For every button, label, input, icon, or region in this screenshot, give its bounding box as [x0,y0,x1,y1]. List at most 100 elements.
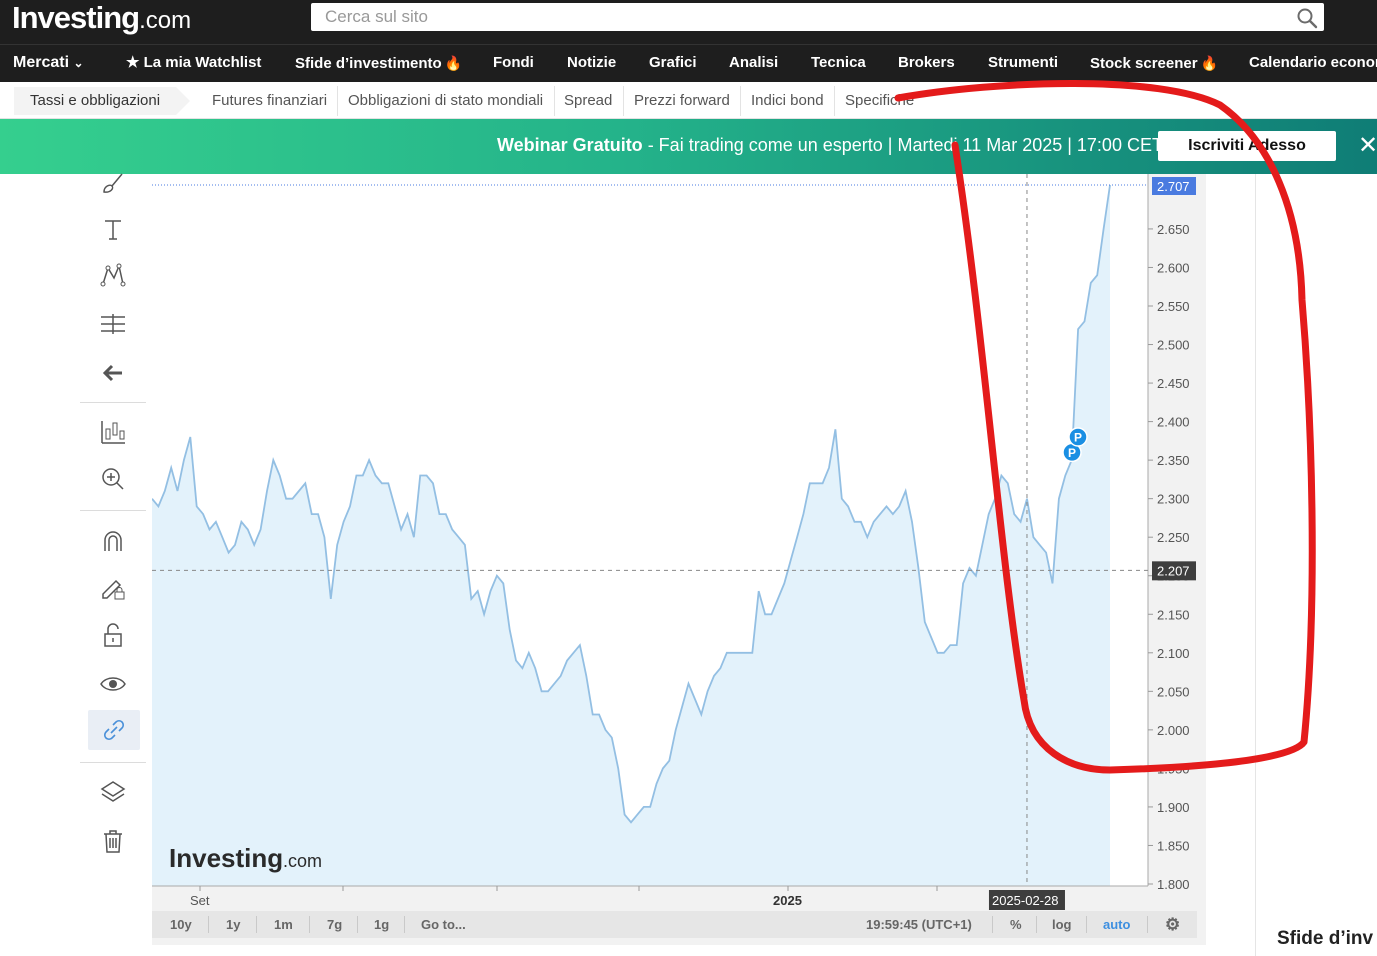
subnav-divider [740,86,741,116]
range-10y-button[interactable]: 10y [170,911,192,938]
y-tick-label: 2.350 [1157,453,1190,468]
nav-item-analisi[interactable]: Analisi [729,45,778,83]
banner-text: Webinar Gratuito - Fai trading come un e… [497,135,1163,155]
event-marker-label: P [1068,446,1076,460]
y-tick-label: 2.450 [1157,376,1190,391]
chart-watermark: Investing [169,843,283,873]
flame-icon: 🔥 [1200,55,1219,71]
nav-item-fondi[interactable]: Fondi [493,45,534,83]
zoom-in-icon[interactable] [98,464,128,494]
pattern-icon[interactable] [98,260,128,290]
flame-icon: 🔥 [444,55,463,71]
nav-item-mercati[interactable]: Mercati ⌄ [13,45,84,83]
event-marker-label: P [1074,431,1082,445]
chart-bottom-bar: 10y 1y 1m 7g 1g Go to... 19:59:45 (UTC+1… [152,911,1197,938]
y-tick-label: 2.400 [1157,415,1190,430]
chart-watermark-suffix: .com [283,851,322,871]
y-tick-label: 2.550 [1157,299,1190,314]
measure-icon[interactable] [98,309,128,339]
y-tick-label: 1.950 [1157,761,1190,776]
nav-item-watchlist[interactable]: ★ La mia Watchlist [126,45,261,83]
page: Investing.com Mercati ⌄ ★ La mia Watchli… [0,0,1377,956]
bottom-divider [256,916,257,933]
subnav-item-spread[interactable]: Spread [564,87,612,115]
range-1y-button[interactable]: 1y [226,911,240,938]
y-tick-label: 2.150 [1157,607,1190,622]
x-tick-label: 2025 [773,893,802,908]
bottom-divider [208,916,209,933]
logo-suffix: .com [139,7,192,34]
y-tick-label: 2.250 [1157,530,1190,545]
x-tick-label: Set [190,893,210,908]
auto-toggle[interactable]: auto [1103,911,1130,938]
nav-item-notizie[interactable]: Notizie [567,45,616,83]
bottom-divider [1036,916,1037,933]
nav-item-tecnica[interactable]: Tecnica [811,45,866,83]
link-icon[interactable] [88,710,140,750]
subnav-item-futures[interactable]: Futures finanziari [212,87,327,115]
subscribe-button[interactable]: Iscriviti Adesso [1158,131,1336,161]
y-tick-label: 2.500 [1157,338,1190,353]
current-price-label: 2.707 [1157,179,1190,194]
y-tick-label: 1.800 [1157,877,1190,892]
nav-item-sfide[interactable]: Sfide d’investimento 🔥 [295,45,462,83]
goto-button[interactable]: Go to... [421,911,466,938]
nav-item-brokers[interactable]: Brokers [898,45,955,83]
brush-icon[interactable] [98,168,128,198]
magnet-icon[interactable] [98,526,128,556]
right-column-divider [1255,174,1256,956]
gear-icon[interactable]: ⚙ [1165,911,1180,938]
eye-icon[interactable] [98,669,128,699]
logo-main: Investing [12,0,140,35]
search-input[interactable] [311,3,1281,31]
subnav-item-tassi[interactable]: Tassi e obbligazioni [14,87,191,115]
search-icon[interactable] [1296,7,1318,29]
trash-icon[interactable] [98,826,128,856]
text-icon[interactable] [98,214,128,244]
bottom-divider [1086,916,1087,933]
subnav-item-indici-bond[interactable]: Indici bond [751,87,824,115]
lock-drawing-icon[interactable] [98,572,128,602]
y-tick-label: 1.900 [1157,800,1190,815]
bottom-divider [1147,916,1148,933]
nav-item-strumenti[interactable]: Strumenti [988,45,1058,83]
main-nav: Mercati ⌄ ★ La mia Watchlist Sfide d’inv… [0,44,1377,82]
arrow-left-icon[interactable] [98,358,128,388]
site-logo[interactable]: Investing.com [12,0,191,40]
percent-toggle[interactable]: % [1010,911,1022,938]
bottom-divider [309,916,310,933]
range-1m-button[interactable]: 1m [274,911,293,938]
indicators-icon[interactable] [98,417,128,447]
subnav-item-specifiche[interactable]: Specifiche [845,87,914,115]
chart-panel: 1.800 1.850 1.900 1.950 2.000 2.050 2.100 2.150… [152,174,1206,945]
search-box [311,3,1324,31]
range-7g-button[interactable]: 7g [327,911,342,938]
drawing-toolbar [80,173,146,874]
subnav-divider [554,86,555,116]
subnav-item-obbligazioni[interactable]: Obbligazioni di stato mondiali [348,87,543,115]
layers-icon[interactable] [98,777,128,807]
toolbar-divider [80,510,146,511]
nav-item-grafici[interactable]: Grafici [649,45,697,83]
y-tick-label: 2.050 [1157,684,1190,699]
top-header: Investing.com [0,0,1377,44]
close-icon[interactable]: ✕ [1358,133,1377,159]
subnav-item-prezzi-forward[interactable]: Prezzi forward [634,87,730,115]
bottom-divider [992,916,993,933]
unlock-icon[interactable] [98,620,128,650]
range-1g-button[interactable]: 1g [374,911,389,938]
subnav-divider [337,86,338,116]
clock-readout: 19:59:45 (UTC+1) [866,917,972,932]
log-toggle[interactable]: log [1052,911,1072,938]
y-tick-label: 2.650 [1157,222,1190,237]
nav-item-stock-screener[interactable]: Stock screener 🔥 [1090,45,1218,83]
sidebar-heading: Sfide d’inv [1277,928,1374,949]
sub-nav: Tassi e obbligazioni Futures finanziari … [0,82,1377,119]
star-icon: ★ [126,54,140,71]
nav-item-calendario[interactable]: Calendario econom [1249,45,1377,83]
bottom-divider [357,916,358,933]
subnav-divider [834,86,835,116]
crosshair-date-label: 2025-02-28 [992,893,1059,908]
toolbar-divider [80,402,146,403]
chart-svg[interactable]: 1.800 1.850 1.900 1.950 2.000 2.050 2.100 2.150… [152,174,1206,911]
